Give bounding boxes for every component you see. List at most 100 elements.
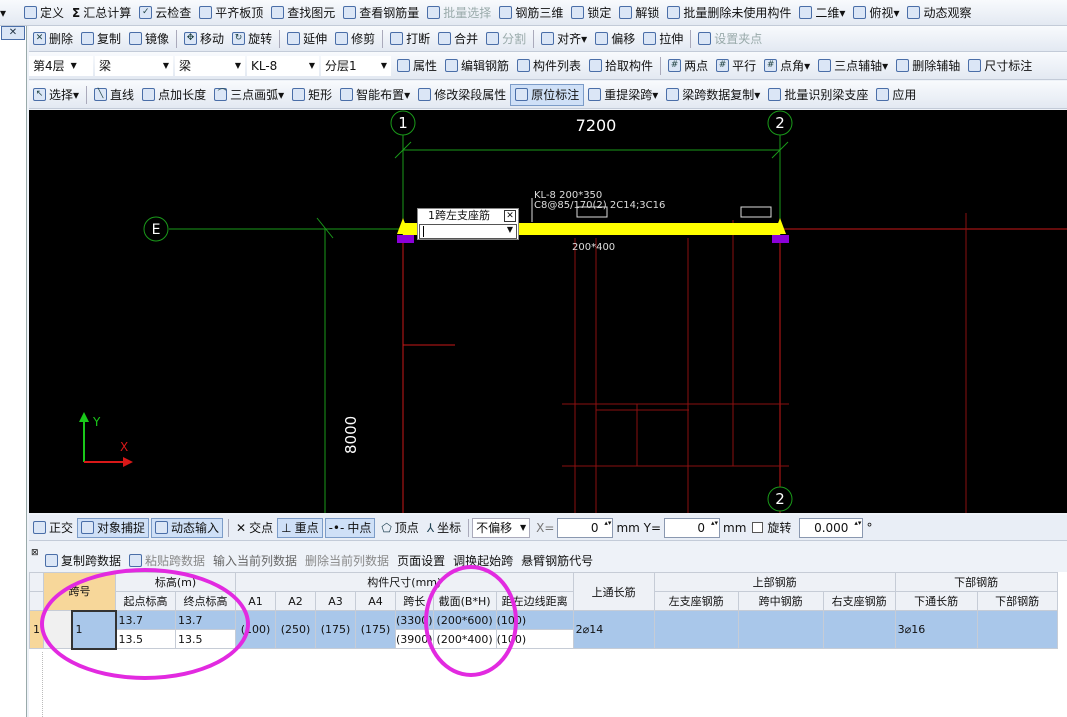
point-length-button[interactable]: 点加长度 bbox=[138, 84, 210, 106]
mid-span-cell[interactable] bbox=[737, 610, 824, 649]
col-section[interactable]: 截面(B*H) bbox=[432, 591, 497, 611]
start-elev-cell-2[interactable]: 13.5 bbox=[115, 629, 176, 649]
dynamic-view-button[interactable]: 动态观察 bbox=[903, 2, 975, 24]
col-end-elev[interactable]: 终点标高 bbox=[175, 591, 236, 611]
rectangle-button[interactable]: 矩形 bbox=[288, 84, 336, 106]
cloud-check-button[interactable]: ✓ 云检查 bbox=[135, 2, 195, 24]
a1-cell[interactable]: (100) bbox=[235, 610, 276, 649]
close-icon[interactable]: ✕ bbox=[1, 26, 25, 40]
batch-select-button[interactable]: 批量选择 bbox=[423, 2, 495, 24]
edit-rebar-button[interactable]: 编辑钢筋 bbox=[441, 55, 513, 77]
copy-span-data-button[interactable]: 复制跨数据 bbox=[41, 552, 125, 569]
x-coordinate-input[interactable]: 0 bbox=[557, 517, 614, 538]
rotate-button[interactable]: ↻ 旋转 bbox=[228, 28, 276, 50]
stretch-button[interactable]: 拉伸 bbox=[639, 28, 687, 50]
bottom-long-rebar-cell[interactable]: 3⌀16 bbox=[894, 610, 978, 649]
drawing-canvas[interactable]: 1 2 2 E 7200 8000 KL-8 200*350 C8@85/170… bbox=[29, 110, 1067, 513]
col-bottom-rebar-sub[interactable]: 下部钢筋 bbox=[976, 591, 1058, 611]
col-a3[interactable]: A3 bbox=[315, 591, 356, 611]
in-situ-annotation-button[interactable]: 原位标注 bbox=[510, 83, 585, 106]
batch-identify-supports-button[interactable]: 批量识别梁支座 bbox=[764, 84, 872, 106]
three-point-axis-dropdown[interactable]: 三点辅轴 ▾ bbox=[814, 55, 892, 77]
apply-button[interactable]: 应用 bbox=[872, 84, 920, 106]
align-dropdown[interactable]: 对齐 ▾ bbox=[537, 28, 591, 50]
two-point-axis-button[interactable]: # 两点 bbox=[664, 55, 712, 77]
delete-button[interactable]: ✕ 删除 bbox=[29, 28, 77, 50]
line-button[interactable]: ╲ 直线 bbox=[90, 84, 138, 106]
sublayer-select[interactable]: 分层1 ▼ bbox=[321, 55, 391, 76]
top-long-rebar-cell[interactable]: 2⌀14 bbox=[572, 610, 655, 649]
move-button[interactable]: ✥ 移动 bbox=[180, 28, 228, 50]
col-span-no[interactable]: 跨号 bbox=[43, 572, 116, 611]
re-extract-spans-dropdown[interactable]: 重提梁跨 ▾ bbox=[584, 84, 662, 106]
span-length-cell[interactable]: (3300) bbox=[395, 610, 434, 630]
mirror-button[interactable]: 镜像 bbox=[125, 28, 173, 50]
right-support-cell[interactable] bbox=[822, 610, 896, 649]
set-grip-button[interactable]: 设置夹点 bbox=[694, 28, 766, 50]
delete-column-data-button[interactable]: 删除当前列数据 bbox=[301, 552, 393, 569]
col-a2[interactable]: A2 bbox=[275, 591, 316, 611]
heavy-point-snap[interactable]: ⊥ 重点 bbox=[277, 517, 323, 538]
view-2d-dropdown[interactable]: 二维 ▾ bbox=[795, 2, 849, 24]
col-edge-distance[interactable]: 距左边线距离 bbox=[495, 591, 574, 611]
ortho-button[interactable]: 正交 bbox=[29, 519, 77, 536]
unlock-button[interactable]: 解锁 bbox=[615, 2, 663, 24]
y-coordinate-input[interactable]: 0 bbox=[664, 517, 721, 538]
chevron-down-icon[interactable]: ▼ bbox=[507, 225, 513, 234]
rotate-checkbox[interactable] bbox=[752, 522, 764, 533]
intersection-snap[interactable]: ✕ 交点 bbox=[232, 519, 277, 536]
col-a4[interactable]: A4 bbox=[355, 591, 396, 611]
component-list-button[interactable]: 构件列表 bbox=[513, 55, 585, 77]
section-cell-2[interactable]: (200*400) bbox=[432, 629, 497, 649]
a3-cell[interactable]: (175) bbox=[315, 610, 356, 649]
left-support-cell[interactable] bbox=[653, 610, 739, 649]
batch-delete-unused-button[interactable]: 批量删除未使用构件 bbox=[663, 2, 795, 24]
start-elev-cell[interactable]: 13.7 bbox=[115, 610, 176, 630]
page-setup-button[interactable]: 页面设置 bbox=[393, 552, 449, 569]
object-snap-toggle[interactable]: 对象捕捉 bbox=[77, 517, 150, 538]
col-top-long-rebar[interactable]: 上通长筋 bbox=[572, 572, 655, 611]
break-button[interactable]: 打断 bbox=[386, 28, 434, 50]
edge-distance-cell[interactable]: (100) bbox=[495, 610, 574, 630]
col-a1[interactable]: A1 bbox=[235, 591, 276, 611]
pick-component-button[interactable]: 拾取构件 bbox=[585, 55, 657, 77]
select-dropdown[interactable]: ↖ 选择 ▾ bbox=[29, 84, 83, 106]
input-column-data-button[interactable]: 输入当前列数据 bbox=[209, 552, 301, 569]
dimension-button[interactable]: 尺寸标注 bbox=[964, 55, 1036, 77]
properties-button[interactable]: 属性 bbox=[393, 55, 441, 77]
category-select[interactable]: 梁 ▼ bbox=[95, 55, 173, 76]
parallel-axis-button[interactable]: # 平行 bbox=[712, 55, 760, 77]
extend-button[interactable]: 延伸 bbox=[283, 28, 331, 50]
overflow-icon[interactable]: ▾ bbox=[0, 2, 20, 24]
section-cell[interactable]: (200*600) bbox=[432, 610, 497, 630]
top-view-dropdown[interactable]: 俯视 ▾ bbox=[849, 2, 903, 24]
dynamic-input-toggle[interactable]: 动态输入 bbox=[151, 517, 224, 538]
split-button[interactable]: 分割 bbox=[482, 28, 530, 50]
col-left-support[interactable]: 左支座钢筋 bbox=[653, 591, 739, 611]
three-point-arc-dropdown[interactable]: ⌒ 三点画弧 ▾ bbox=[210, 84, 288, 106]
end-elev-cell[interactable]: 13.7 bbox=[175, 610, 236, 630]
member-select[interactable]: KL-8 ▼ bbox=[247, 55, 319, 76]
col-span-length[interactable]: 跨长 bbox=[395, 591, 434, 611]
a2-cell[interactable]: (250) bbox=[275, 610, 316, 649]
edge-distance-cell-2[interactable]: (100) bbox=[495, 629, 574, 649]
rotate-angle-input[interactable]: 0.000 bbox=[799, 517, 864, 538]
floor-select[interactable]: 第4层 ▼ bbox=[29, 55, 93, 76]
close-icon[interactable]: ✕ bbox=[504, 210, 516, 222]
cantilever-rebar-code-button[interactable]: 悬臂钢筋代号 bbox=[517, 552, 597, 569]
modify-beam-segment-button[interactable]: 修改梁段属性 bbox=[414, 84, 510, 106]
coordinate-snap[interactable]: ⅄ 坐标 bbox=[423, 519, 465, 536]
type-select[interactable]: 梁 ▼ bbox=[175, 55, 245, 76]
find-element-button[interactable]: 查找图元 bbox=[267, 2, 339, 24]
swap-start-span-button[interactable]: 调换起始跨 bbox=[449, 552, 517, 569]
span-length-cell-2[interactable]: (3900) bbox=[395, 629, 434, 649]
end-elev-cell-2[interactable]: 13.5 bbox=[175, 629, 236, 649]
bottom-rebar-cell[interactable] bbox=[976, 610, 1058, 649]
col-bottom-long[interactable]: 下通长筋 bbox=[894, 591, 978, 611]
rebar-input-combo[interactable]: ▼ bbox=[419, 224, 517, 239]
offset-mode-select[interactable]: 不偏移 ▼ bbox=[472, 517, 531, 538]
lock-button[interactable]: 锁定 bbox=[567, 2, 615, 24]
point-angle-dropdown[interactable]: # 点角 ▾ bbox=[760, 55, 814, 77]
span-number-cell[interactable]: 1 bbox=[70, 609, 117, 650]
align-slab-top-button[interactable]: 平齐板顶 bbox=[195, 2, 267, 24]
